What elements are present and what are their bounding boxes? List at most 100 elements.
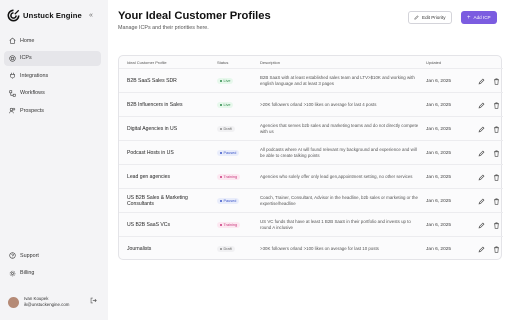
column-header-updated: Updated — [426, 60, 442, 65]
icp-name: B2B Influencers in Sales — [127, 101, 183, 108]
edit-priority-label: Edit Priority — [422, 15, 446, 20]
edit-row-button[interactable] — [477, 101, 485, 109]
pencil-icon — [478, 150, 484, 156]
brand[interactable]: Unstuck Engine — [7, 9, 82, 22]
sidebar-item-label: Workflows — [20, 90, 45, 96]
icp-description: Agencies who solely offer only lead gen,… — [260, 174, 413, 179]
icp-name: Digital Agencies in US — [127, 125, 178, 132]
updated-date: Jan 6, 2025 — [426, 246, 452, 252]
add-icp-button[interactable]: + Add ICP — [461, 11, 497, 24]
sidebar-item-support[interactable]: Support — [4, 248, 101, 263]
sidebar-item-workflows[interactable]: Workflows — [4, 86, 101, 101]
status-label: Paused — [223, 199, 237, 203]
status-label: Training — [223, 175, 238, 179]
table-row[interactable]: Journalists Draft >30K followers orland >1… — [119, 236, 503, 260]
icp-description: All podcasts where AI will found relevan… — [260, 147, 417, 158]
sidebar-item-label: Billing — [20, 270, 35, 276]
table-row[interactable]: B2B Influencers in Sales Live >20K followe… — [119, 92, 503, 116]
icp-name: US B2B SaaS VCs — [127, 221, 171, 228]
delete-row-button[interactable] — [492, 197, 500, 205]
icp-name: US B2B Sales & Marketing Consultants — [127, 194, 188, 208]
table-row[interactable]: Digital Agencies in US Draft Agencies that… — [119, 116, 503, 140]
column-header-description: Description — [260, 60, 281, 65]
column-header-icp: Ideal Customer Profile — [127, 60, 167, 65]
pencil-icon — [478, 174, 484, 180]
pencil-icon — [478, 78, 484, 84]
edit-row-button[interactable] — [477, 197, 485, 205]
trash-icon — [493, 222, 499, 229]
status-label: Paused — [223, 151, 237, 155]
status-badge: Draft — [217, 245, 235, 253]
page-subtitle: Manage ICPs and their priorities here. — [118, 25, 209, 31]
home-icon — [9, 37, 16, 44]
updated-date: Jan 6, 2025 — [426, 102, 452, 108]
delete-row-button[interactable] — [492, 149, 500, 157]
help-icon — [9, 252, 16, 259]
updated-date: Jan 6, 2025 — [426, 174, 452, 180]
sidebar-item-label: Home — [20, 37, 35, 44]
trash-icon — [493, 246, 499, 253]
pencil-icon — [478, 126, 484, 132]
status-badge: Training — [217, 173, 241, 181]
icp-description: B2B SaaS with at least established sales… — [260, 75, 415, 86]
status-badge: Live — [217, 77, 234, 85]
column-header-status: Status — [217, 60, 229, 65]
edit-row-button[interactable] — [477, 77, 485, 85]
status-dot — [220, 152, 222, 154]
delete-row-button[interactable] — [492, 77, 500, 85]
edit-row-button[interactable] — [477, 125, 485, 133]
status-dot — [220, 200, 222, 202]
trash-icon — [493, 102, 499, 109]
icp-description: US VC funds that have at least 1 B2B Saa… — [260, 219, 411, 230]
icp-name: B2B SaaS Sales SDR — [127, 77, 177, 84]
status-badge: Draft — [217, 125, 235, 133]
trash-icon — [493, 126, 499, 133]
status-badge: Training — [217, 221, 241, 229]
delete-row-button[interactable] — [492, 221, 500, 229]
chevrons-left-icon[interactable]: « — [89, 12, 93, 19]
edit-row-button[interactable] — [477, 245, 485, 253]
delete-row-button[interactable] — [492, 125, 500, 133]
edit-row-button[interactable] — [477, 221, 485, 229]
edit-row-button[interactable] — [477, 149, 485, 157]
trash-icon — [493, 78, 499, 85]
main-content: Your Ideal Customer Profiles Manage ICPs… — [108, 0, 512, 320]
table-row[interactable]: B2B SaaS Sales SDR Live B2B SaaS with at l… — [119, 68, 503, 92]
user-email: ik@unstuckengine.com — [24, 302, 70, 307]
delete-row-button[interactable] — [492, 245, 500, 253]
delete-row-button[interactable] — [492, 173, 500, 181]
sidebar-item-integrations[interactable]: Integrations — [4, 68, 101, 83]
trash-icon — [493, 150, 499, 157]
sidebar-item-label: Prospects — [20, 107, 44, 114]
edit-priority-button[interactable]: Edit Priority — [408, 11, 452, 24]
icp-description: Coach, Trainer, Consultant, Advisor in t… — [260, 195, 418, 206]
sidebar-item-home[interactable]: Home — [4, 33, 101, 48]
page-title: Your Ideal Customer Profiles — [118, 10, 271, 22]
sidebar-item-prospects[interactable]: Prospects — [4, 103, 101, 118]
status-label: Draft — [223, 127, 232, 131]
updated-date: Jan 6, 2025 — [426, 198, 452, 204]
table-row[interactable]: Lead gen agencies Training Agencies who so… — [119, 164, 503, 188]
icp-description: >20K followers orland >100 likes on aver… — [260, 102, 377, 107]
sidebar: Unstuck Engine « Home ICPs Integrations … — [0, 0, 108, 320]
sidebar-item-icps[interactable]: ICPs — [4, 50, 101, 66]
user-profile[interactable]: Ivan Koupek ik@unstuckengine.com — [8, 296, 100, 308]
status-badge: Paused — [217, 149, 240, 157]
workflow-icon — [9, 89, 16, 97]
sidebar-item-billing[interactable]: Billing — [4, 266, 101, 281]
add-icp-label: Add ICP — [473, 15, 491, 20]
edit-row-button[interactable] — [477, 173, 485, 181]
brand-logo-icon — [7, 9, 20, 22]
status-badge: Paused — [217, 197, 240, 205]
plug-icon — [10, 72, 15, 79]
logout-icon[interactable] — [90, 297, 97, 304]
delete-row-button[interactable] — [492, 101, 500, 109]
updated-date: Jan 6, 2025 — [426, 150, 452, 156]
table-row[interactable]: US B2B Sales & Marketing Consultants Paus… — [119, 188, 503, 212]
status-label: Draft — [223, 247, 232, 251]
status-label: Training — [223, 223, 238, 227]
updated-date: Jan 6, 2025 — [426, 222, 452, 228]
table-row[interactable]: US B2B SaaS VCs Training US VC funds that … — [119, 212, 503, 236]
table-row[interactable]: Podcast Hosts in US Paused All podcasts wh… — [119, 140, 503, 164]
sidebar-item-label: Integrations — [20, 72, 49, 79]
